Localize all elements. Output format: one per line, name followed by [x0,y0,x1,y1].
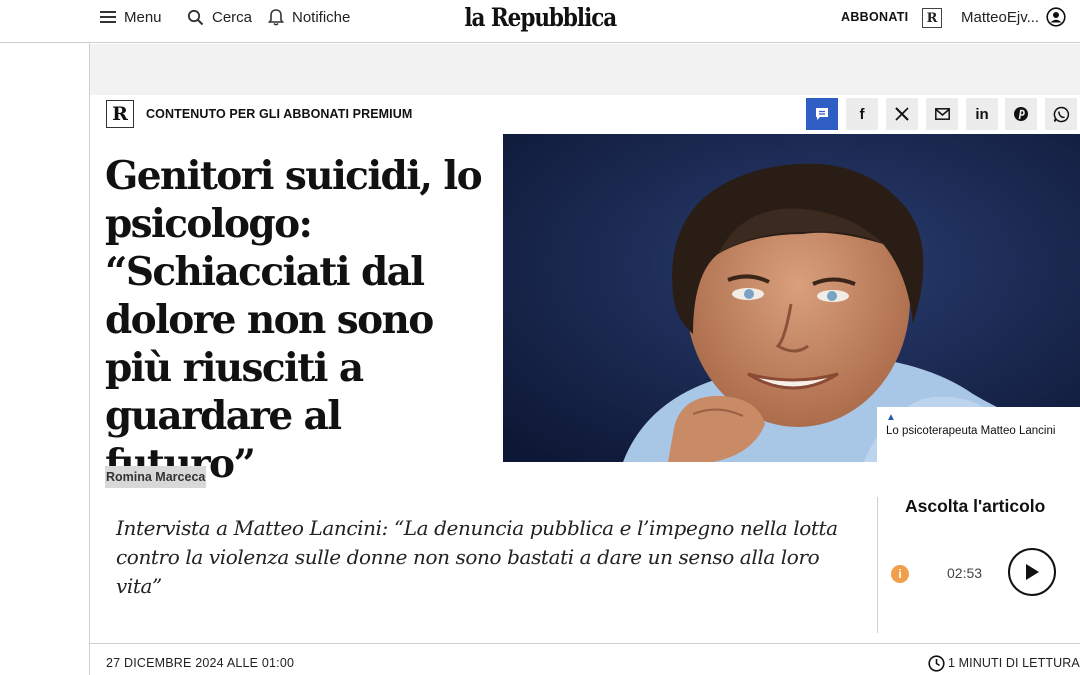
reading-time: 1 MINUTI DI LETTURA [928,654,1080,672]
left-divider [89,43,90,675]
r-badge-icon[interactable]: R [922,8,942,28]
comment-icon [816,108,828,120]
photo-caption: Lo psicoterapeuta Matteo Lancini [886,425,1056,437]
article-title: Genitori suicidi, lo psicologo: “Schiacc… [105,153,483,487]
search-label: Cerca [212,8,253,26]
menu-button[interactable]: Menu [100,0,162,34]
linkedin-icon: in [975,105,989,123]
pinterest-share-button[interactable] [1005,98,1037,130]
facebook-icon: f [859,105,865,123]
email-share-button[interactable] [926,98,958,130]
username[interactable]: MatteoEjv... [961,0,1039,34]
notifications-label: Notifiche [292,8,351,26]
reading-time-label: 1 MINUTI DI LETTURA [948,656,1080,670]
logo-container: la Repubblica [0,0,1080,34]
author-name[interactable]: Romina Marceca [105,466,207,488]
ad-band [90,44,1080,95]
repubblica-r-logo: R [106,100,134,128]
notifications-button[interactable]: Notifiche [268,0,350,34]
audio-divider [877,497,878,633]
play-icon [1026,564,1039,580]
caption-toggle-icon[interactable]: ▲ [886,412,1080,423]
listen-title: Ascolta l'articolo [905,496,1046,516]
play-button[interactable] [1008,548,1056,596]
hamburger-icon [100,11,116,23]
search-icon [187,9,204,25]
subscribe-link[interactable]: ABBONATI [841,0,908,34]
whatsapp-icon [1053,106,1069,122]
user-account-icon[interactable] [1046,7,1066,27]
bell-icon [268,9,284,26]
comments-button[interactable] [806,98,838,130]
premium-label: CONTENUTO PER GLI ABBONATI PREMIUM [146,107,413,121]
whatsapp-share-button[interactable] [1045,98,1077,130]
search-button[interactable]: Cerca [187,0,252,34]
menu-label: Menu [124,8,162,26]
mail-icon [934,108,950,120]
publish-date: 27 DICEMBRE 2024 ALLE 01:00 [106,656,295,670]
bottom-divider [90,643,1080,644]
x-share-button[interactable] [886,98,918,130]
clock-icon [928,654,945,672]
photo-caption-box: ▲ Lo psicoterapeuta Matteo Lancini [877,407,1080,462]
audio-duration: 02:53 [947,565,983,581]
info-icon[interactable]: i [891,565,909,583]
top-bar: Menu Cerca Notifiche la Repubblica ABBON… [0,0,1080,43]
pinterest-icon [1014,107,1028,121]
facebook-share-button[interactable]: f [846,98,878,130]
article-summary: Intervista a Matteo Lancini: “La denunci… [116,516,838,598]
linkedin-share-button[interactable]: in [966,98,998,130]
site-logo[interactable]: la Repubblica [464,3,617,32]
x-icon [895,107,909,121]
